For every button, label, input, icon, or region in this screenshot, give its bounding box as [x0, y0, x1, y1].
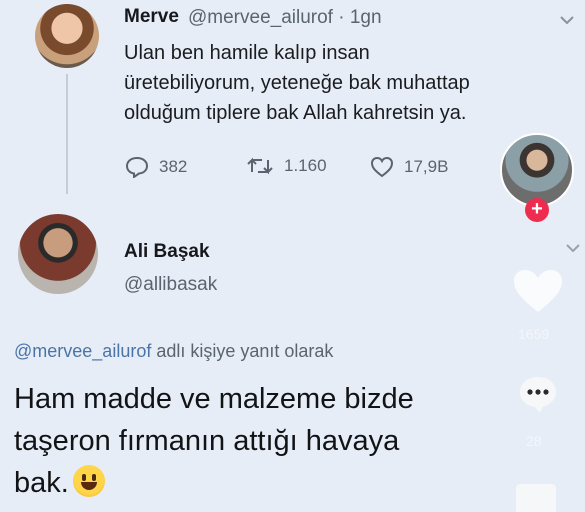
author-handle-time: @mervee_ailurof · 1gn	[188, 7, 382, 28]
reply-count: 382	[159, 157, 188, 176]
tweet-text: Ham madde ve malzeme bizde taşeron fırma…	[14, 378, 534, 504]
heart-icon	[512, 270, 564, 318]
reply-button[interactable]: 382	[125, 156, 187, 178]
tweet-line: bak.	[14, 467, 69, 499]
retweet-count: 1.160	[284, 156, 327, 175]
like-button[interactable]: 17,9B	[370, 156, 448, 178]
reply-context-text: adlı kişiye yanıt olarak	[151, 341, 334, 361]
tweet-line: üretebiliyorum, yeteneğe bak muhattap	[124, 72, 470, 94]
tiktok-like-count: 1659	[518, 326, 550, 342]
tiktok-like-button[interactable]	[512, 268, 564, 319]
like-count: 17,9B	[404, 157, 449, 176]
tweet-line-last: bak.	[14, 462, 534, 504]
plus-icon[interactable]: +	[525, 198, 549, 222]
thread-connector	[66, 74, 68, 194]
like-icon	[370, 156, 394, 178]
author-handle: @allibasak	[124, 274, 218, 295]
mention-link[interactable]: @mervee_ailurof	[14, 341, 151, 361]
tweet-text: Ulan ben hamile kalıp insan üretebiliyor…	[124, 38, 564, 128]
emoji-grin-icon	[72, 465, 105, 497]
retweet-icon	[246, 156, 274, 176]
avatar[interactable]	[35, 4, 99, 68]
tweet-line: olduğum tiplere bak Allah kahretsin ya.	[124, 102, 467, 124]
chevron-down-icon[interactable]	[566, 244, 580, 252]
author-name[interactable]: Merve	[124, 6, 179, 28]
reply-icon	[125, 156, 149, 178]
tweet-line: Ulan ben hamile kalıp insan	[124, 42, 370, 64]
creator-avatar[interactable]	[500, 133, 574, 207]
tweet-line: taşeron fırmanın attığı havaya	[14, 425, 400, 457]
chevron-down-icon[interactable]	[560, 16, 574, 24]
retweet-button[interactable]: 1.160	[246, 156, 327, 176]
avatar[interactable]	[18, 214, 98, 294]
tweet-line: Ham madde ve malzeme bizde	[14, 383, 414, 415]
reply-context: @mervee_ailurof adlı kişiye yanıt olarak	[14, 341, 333, 362]
author-name[interactable]: Ali Başak	[124, 241, 210, 263]
